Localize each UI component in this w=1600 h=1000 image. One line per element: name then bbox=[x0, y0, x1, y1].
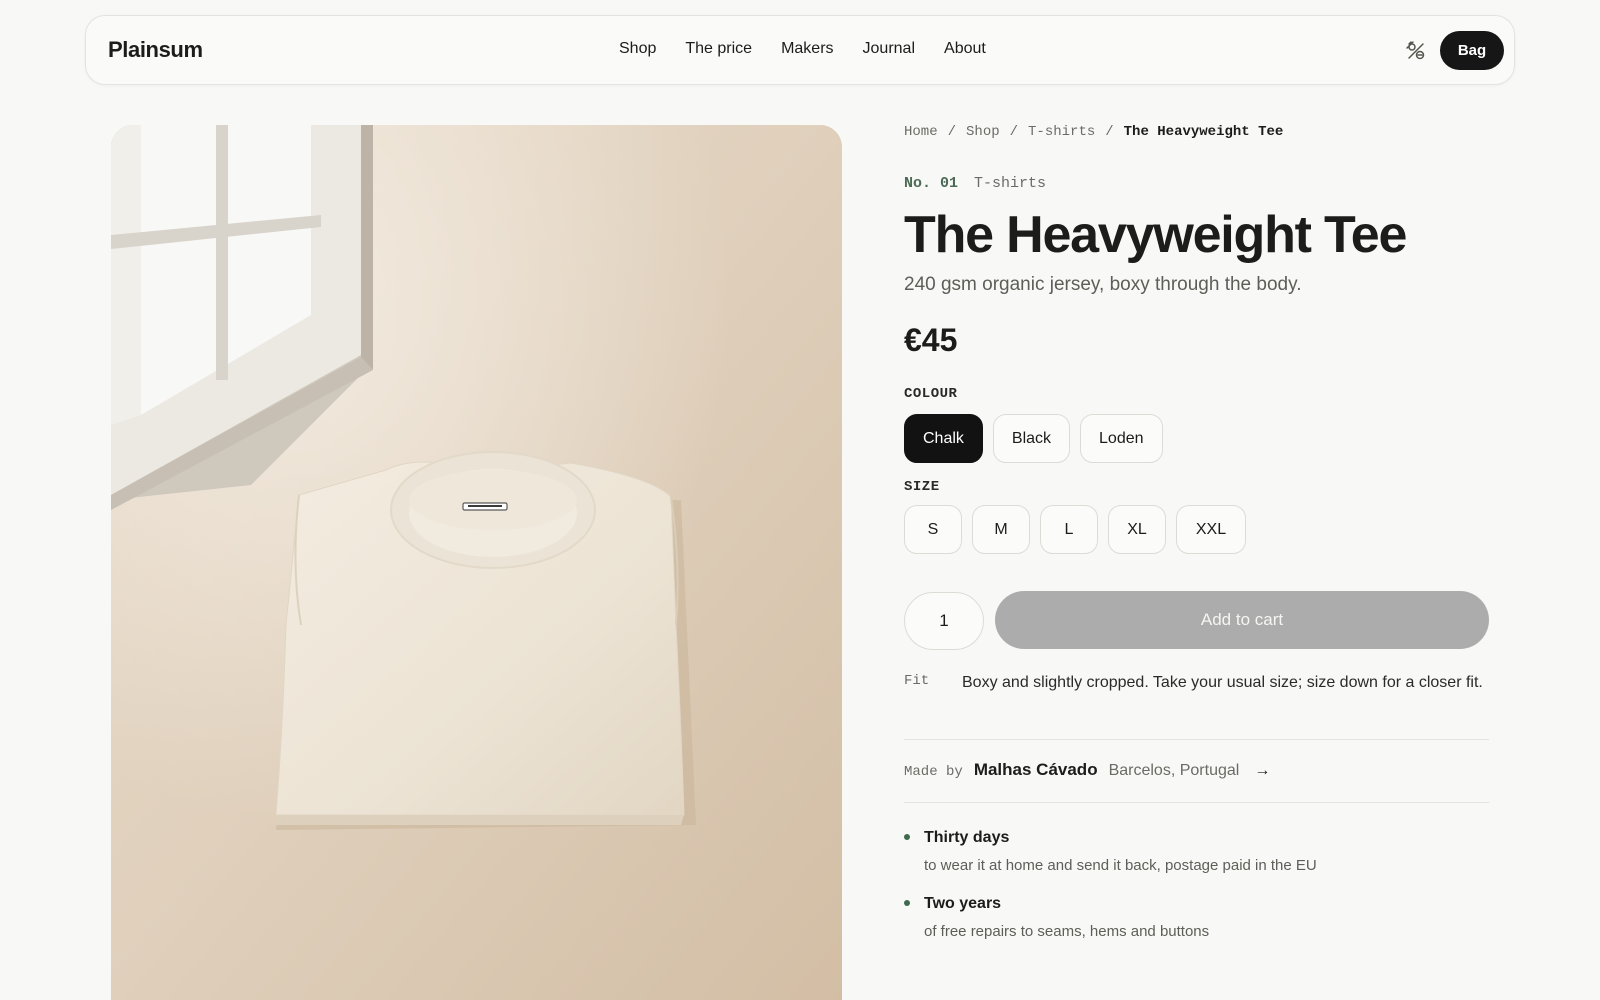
theme-toggle-icon[interactable] bbox=[1404, 39, 1428, 63]
size-options: S M L XL XXL bbox=[904, 505, 1246, 554]
breadcrumb-home[interactable]: Home bbox=[904, 124, 938, 140]
bag-button[interactable]: Bag bbox=[1440, 31, 1504, 70]
perk-title: Two years bbox=[924, 895, 1002, 912]
bullet-dot-icon bbox=[904, 834, 910, 840]
product-number: No. 01 bbox=[904, 175, 959, 192]
made-by-label: Made by bbox=[904, 764, 963, 780]
size-option-xl[interactable]: XL bbox=[1108, 505, 1166, 554]
product-category: T-shirts bbox=[974, 175, 1047, 192]
perks-list: Thirty days to wear it at home and send … bbox=[904, 827, 1317, 959]
breadcrumb-separator: / bbox=[1009, 124, 1019, 140]
nav-about[interactable]: About bbox=[944, 40, 986, 58]
colour-options: Chalk Black Loden bbox=[904, 414, 1163, 463]
product-title: The Heavyweight Tee bbox=[904, 206, 1407, 264]
breadcrumb-separator: / bbox=[947, 124, 957, 140]
quantity-input[interactable] bbox=[904, 592, 984, 650]
breadcrumb-tshirts[interactable]: T-shirts bbox=[1028, 124, 1095, 140]
maker-location: Barcelos, Portugal bbox=[1108, 762, 1240, 779]
perk-description: of free repairs to seams, hems and butto… bbox=[924, 923, 1210, 940]
size-option-l[interactable]: L bbox=[1040, 505, 1098, 554]
colour-option-black[interactable]: Black bbox=[992, 414, 1071, 463]
add-to-cart-button[interactable]: Add to cart bbox=[995, 591, 1489, 649]
size-option-xxl[interactable]: XXL bbox=[1176, 505, 1246, 554]
fit-description: Boxy and slightly cropped. Take your usu… bbox=[962, 674, 1483, 691]
nav-the-price[interactable]: The price bbox=[685, 40, 752, 58]
maker-row: Made by Malhas Cávado Barcelos, Portugal… bbox=[904, 760, 1270, 780]
size-option-s[interactable]: S bbox=[904, 505, 962, 554]
site-header: Plainsum Shop The price Makers Journal A… bbox=[85, 15, 1515, 85]
breadcrumb-current: The Heavyweight Tee bbox=[1123, 124, 1284, 140]
perk-item: Two years of free repairs to seams, hems… bbox=[904, 893, 1317, 943]
nav-makers[interactable]: Makers bbox=[781, 40, 833, 58]
colour-option-chalk[interactable]: Chalk bbox=[904, 414, 983, 463]
breadcrumb-shop[interactable]: Shop bbox=[966, 124, 1000, 140]
product-image bbox=[111, 125, 842, 1000]
size-option-m[interactable]: M bbox=[972, 505, 1030, 554]
product-eyebrow: No. 01 T-shirts bbox=[904, 175, 1046, 192]
product-subtitle: 240 gsm organic jersey, boxy through the… bbox=[904, 274, 1302, 295]
colour-option-loden[interactable]: Loden bbox=[1080, 414, 1163, 463]
size-label: SIZE bbox=[904, 479, 940, 495]
nav-shop[interactable]: Shop bbox=[619, 40, 656, 58]
colour-label: COLOUR bbox=[904, 386, 958, 402]
bullet-dot-icon bbox=[904, 900, 910, 906]
divider bbox=[904, 739, 1489, 740]
nav-journal[interactable]: Journal bbox=[863, 40, 915, 58]
perk-item: Thirty days to wear it at home and send … bbox=[904, 827, 1317, 877]
maker-name-link[interactable]: Malhas Cávado bbox=[974, 760, 1098, 780]
arrow-right-icon[interactable]: → bbox=[1254, 762, 1270, 780]
perk-description: to wear it at home and send it back, pos… bbox=[924, 857, 1317, 874]
main-nav: Shop The price Makers Journal About bbox=[619, 40, 986, 58]
divider bbox=[904, 802, 1489, 803]
perk-title: Thirty days bbox=[924, 829, 1010, 846]
product-price: €45 bbox=[904, 322, 958, 358]
breadcrumb-separator: / bbox=[1105, 124, 1114, 140]
logo[interactable]: Plainsum bbox=[108, 37, 203, 63]
breadcrumb: Home / Shop / T-shirts / The Heavyweight… bbox=[904, 124, 1283, 140]
fit-label: Fit bbox=[904, 673, 930, 689]
